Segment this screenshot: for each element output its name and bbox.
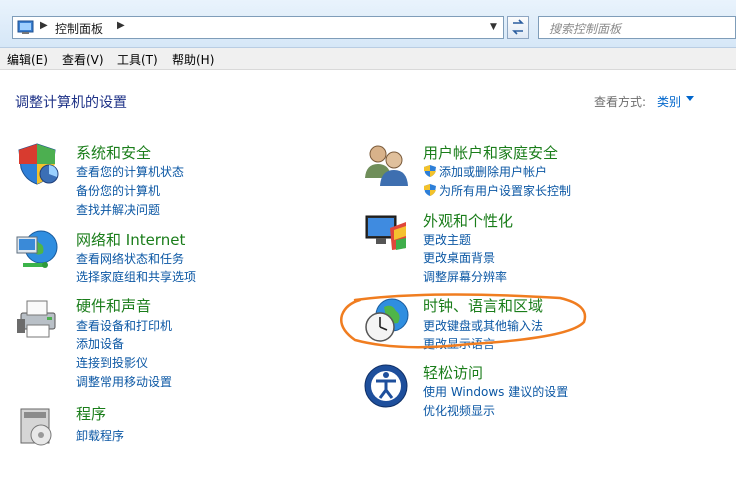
uac-shield-icon	[424, 184, 436, 196]
link-uninstall-program[interactable]: 卸载程序	[76, 427, 124, 444]
breadcrumb-arrow-icon[interactable]: ▶	[40, 20, 48, 31]
control-panel-icon	[17, 20, 34, 34]
system-security-title[interactable]: 系统和安全	[76, 142, 151, 163]
link-screen-resolution[interactable]: 调整屏幕分辨率	[423, 268, 507, 285]
link-add-device[interactable]: 添加设备	[76, 335, 124, 352]
link-windows-recommended-settings[interactable]: 使用 Windows 建议的设置	[423, 383, 568, 400]
link-backup-computer[interactable]: 备份您的计算机	[76, 182, 160, 199]
refresh-icon	[512, 19, 524, 35]
user-accounts-title[interactable]: 用户帐户和家庭安全	[423, 142, 558, 163]
link-devices-printers[interactable]: 查看设备和打印机	[76, 317, 172, 334]
link-change-keyboard-input[interactable]: 更改键盘或其他输入法	[423, 317, 543, 334]
menu-tools[interactable]: 工具(T)	[117, 51, 158, 68]
link-change-background[interactable]: 更改桌面背景	[423, 249, 495, 266]
link-homegroup-sharing[interactable]: 选择家庭组和共享选项	[76, 268, 196, 285]
search-box[interactable]: 搜索控制面板	[538, 16, 736, 39]
link-add-remove-accounts[interactable]: 添加或删除用户帐户	[439, 163, 547, 180]
link-connect-projector[interactable]: 连接到投影仪	[76, 354, 148, 371]
menu-view[interactable]: 查看(V)	[62, 51, 104, 68]
menu-help[interactable]: 帮助(H)	[172, 51, 214, 68]
view-by-dropdown[interactable]: 类别	[657, 93, 681, 110]
search-input[interactable]: 搜索控制面板	[549, 20, 621, 37]
link-find-fix-problems[interactable]: 查找并解决问题	[76, 201, 160, 218]
page-title: 调整计算机的设置	[15, 95, 127, 111]
clock-language-region-title[interactable]: 时钟、语言和区域	[423, 295, 543, 316]
network-internet-title[interactable]: 网络和 Internet	[76, 229, 185, 250]
breadcrumb-control-panel[interactable]: 控制面板	[55, 20, 103, 37]
uac-shield-icon	[424, 165, 436, 177]
view-by-label: 查看方式:	[594, 95, 647, 109]
menu-bar: 编辑(E) 查看(V) 工具(T) 帮助(H)	[0, 48, 736, 70]
ease-of-access-icon	[364, 364, 408, 408]
link-view-network-status[interactable]: 查看网络状态和任务	[76, 250, 184, 267]
ease-of-access-title[interactable]: 轻松访问	[423, 362, 483, 383]
appearance-title[interactable]: 外观和个性化	[423, 210, 513, 231]
link-parental-controls[interactable]: 为所有用户设置家长控制	[439, 182, 571, 199]
appearance-icon	[365, 215, 406, 250]
menu-edit[interactable]: 编辑(E)	[7, 51, 48, 68]
chevron-down-icon[interactable]: ▼	[486, 19, 501, 36]
link-optimize-display[interactable]: 优化视频显示	[423, 402, 495, 419]
users-icon	[365, 145, 408, 186]
printer-icon	[17, 300, 56, 338]
link-change-theme[interactable]: 更改主题	[423, 231, 471, 248]
chevron-down-icon[interactable]	[686, 96, 694, 101]
link-mobility-settings[interactable]: 调整常用移动设置	[76, 373, 172, 390]
address-toolbar: ▶ 控制面板 ▶ ▼ 搜索控制面板	[0, 0, 736, 48]
link-change-display-language[interactable]: 更改显示语言	[423, 335, 495, 352]
clock-globe-icon	[365, 298, 409, 342]
shield-icon	[18, 143, 59, 185]
address-bar[interactable]: ▶ 控制面板 ▶ ▼	[12, 16, 504, 39]
network-globe-icon	[16, 230, 58, 268]
refresh-button[interactable]	[507, 16, 529, 39]
programs-icon	[20, 408, 52, 446]
programs-title[interactable]: 程序	[76, 403, 106, 424]
link-view-computer-status[interactable]: 查看您的计算机状态	[76, 163, 184, 180]
hardware-sound-title[interactable]: 硬件和声音	[76, 295, 151, 316]
breadcrumb-arrow-icon[interactable]: ▶	[117, 20, 125, 31]
